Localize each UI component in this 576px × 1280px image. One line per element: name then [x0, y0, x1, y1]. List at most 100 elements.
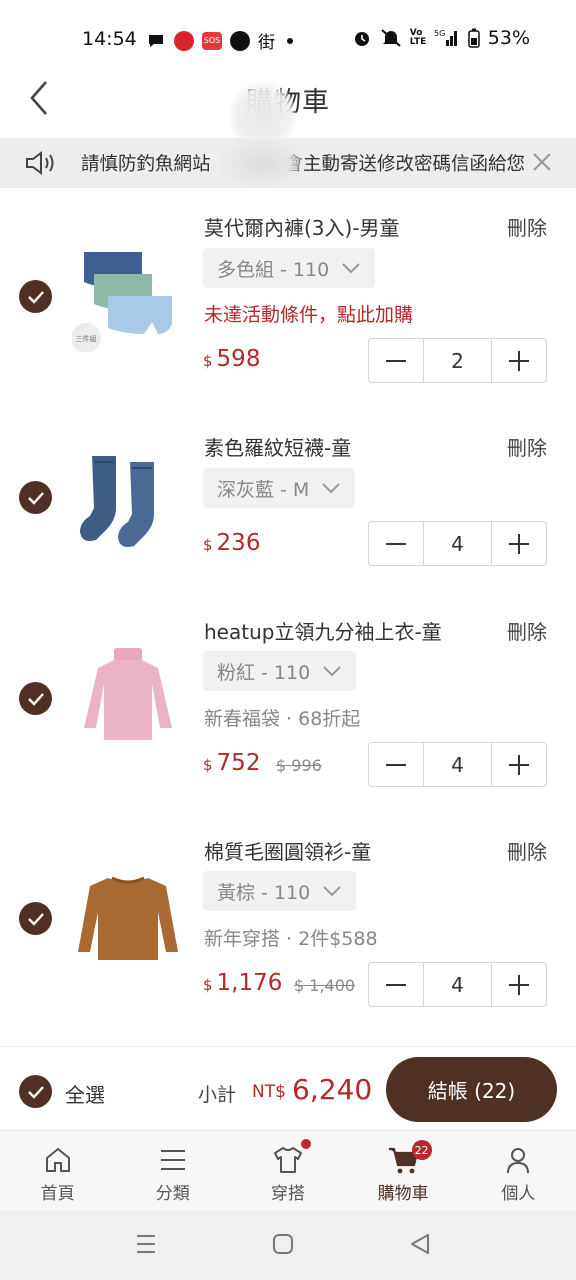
- bundle-badge: 三件組: [76, 334, 97, 343]
- variant-select[interactable]: 深灰藍 - M: [203, 468, 356, 508]
- variant-select[interactable]: 粉紅 - 110: [203, 651, 357, 691]
- home-button-icon[interactable]: [271, 1232, 295, 1256]
- plus-icon: [509, 350, 529, 371]
- decrease-button[interactable]: [369, 522, 423, 565]
- quantity-stepper: 2: [368, 338, 547, 383]
- 5g-signal-icon: 5G: [434, 29, 457, 46]
- increase-button[interactable]: [492, 522, 546, 565]
- nav-cart[interactable]: 22 購物車: [346, 1131, 461, 1210]
- mute-icon: [381, 29, 401, 47]
- item-name[interactable]: heatup立領九分袖上衣-童: [204, 616, 442, 645]
- status-notification-icons: SOS 街: [146, 28, 293, 53]
- nav-category[interactable]: 分類: [115, 1131, 230, 1210]
- user-icon: [507, 1148, 530, 1174]
- variant-select[interactable]: 多色組 - 110: [203, 248, 376, 288]
- currency-symbol: $: [203, 536, 213, 554]
- nav-outfit[interactable]: 穿搭: [230, 1131, 345, 1210]
- sos-icon: SOS: [202, 31, 222, 50]
- check-icon: [27, 1085, 44, 1099]
- variant-label: 多色組 - 110: [217, 258, 330, 281]
- delete-button[interactable]: 刪除: [507, 836, 547, 865]
- check-icon: [27, 912, 44, 926]
- decrease-button[interactable]: [369, 339, 423, 382]
- bottom-navigation: 首頁 分類 穿搭 22 購物車 個人: [0, 1130, 576, 1210]
- item-name[interactable]: 素色羅紋短襪-童: [204, 432, 351, 461]
- minus-icon: [386, 983, 406, 986]
- original-price: $ 1,400: [294, 976, 356, 995]
- select-all-checkbox[interactable]: [19, 1075, 52, 1108]
- nav-label: 個人: [501, 1184, 536, 1204]
- nav-label: 首頁: [40, 1184, 75, 1204]
- speaker-icon: [26, 151, 54, 175]
- quantity-stepper: 4: [368, 521, 547, 566]
- app-icon: [174, 30, 194, 51]
- variant-select[interactable]: 黃棕 - 110: [203, 871, 357, 911]
- plus-icon: [509, 533, 529, 554]
- currency-symbol: $: [203, 756, 213, 774]
- product-image-pink-top: [84, 648, 172, 740]
- nav-home[interactable]: 首頁: [0, 1131, 115, 1210]
- nav-profile[interactable]: 個人: [461, 1131, 576, 1210]
- product-image-socks: [80, 456, 154, 547]
- select-all-label[interactable]: 全選: [65, 1079, 105, 1108]
- item-checkbox[interactable]: [19, 481, 52, 514]
- item-name[interactable]: 棉質毛圈圓領衫-童: [204, 836, 371, 865]
- cart-summary-bar: 全選 小計 NT$ 6,240 結帳 (22): [0, 1046, 576, 1130]
- item-checkbox[interactable]: [19, 682, 52, 715]
- line-icon: [230, 30, 250, 51]
- item-name[interactable]: 莫代爾內褲(3入)-男童: [204, 212, 400, 241]
- increase-button[interactable]: [492, 339, 546, 382]
- decrease-button[interactable]: [369, 743, 423, 786]
- battery-icon: [468, 28, 480, 48]
- subtotal-label: 小計: [198, 1084, 237, 1106]
- increase-button[interactable]: [492, 743, 546, 786]
- quantity-value[interactable]: 4: [423, 963, 492, 1006]
- item-price: $752: [203, 750, 260, 776]
- redaction-blur: [222, 138, 302, 188]
- nav-label: 穿搭: [270, 1184, 305, 1204]
- cart-count-badge: 22: [411, 1140, 432, 1160]
- minus-icon: [386, 763, 406, 766]
- check-icon: [27, 692, 44, 706]
- notice-text: 請慎防釣魚網站 會主動寄送修改密碼信函給您: [81, 154, 526, 175]
- increase-button[interactable]: [492, 963, 546, 1006]
- delete-button[interactable]: 刪除: [507, 616, 547, 645]
- battery-percent: 53%: [487, 27, 530, 49]
- close-icon[interactable]: [530, 150, 554, 174]
- delete-button[interactable]: 刪除: [507, 432, 547, 461]
- quantity-stepper: 4: [368, 962, 547, 1007]
- alarm-icon: [354, 32, 369, 46]
- product-image-brown-sweatshirt: [78, 876, 178, 960]
- plus-icon: [509, 974, 529, 995]
- delete-button[interactable]: 刪除: [507, 212, 547, 241]
- item-checkbox[interactable]: [19, 902, 52, 935]
- chevron-down-icon: [342, 263, 360, 274]
- currency-symbol: $: [203, 976, 213, 994]
- price-value: 752: [216, 750, 261, 776]
- quantity-value[interactable]: 2: [423, 339, 492, 382]
- svg-text:5G: 5G: [434, 29, 445, 38]
- plus-icon: [509, 754, 529, 775]
- checkout-button[interactable]: 結帳 (22): [386, 1057, 557, 1122]
- cart-item: 素色羅紋短襪-童 刪除 深灰藍 - M $236 4: [0, 408, 576, 598]
- quantity-value[interactable]: 4: [423, 743, 492, 786]
- quantity-stepper: 4: [368, 742, 547, 787]
- cart-item: 三件組 莫代爾內褲(3入)-男童 刪除 多色組 - 110 未達活動條件，點此加…: [0, 188, 576, 408]
- status-system-icons: Vo LTE 5G 53%: [352, 27, 530, 49]
- promo-link[interactable]: 未達活動條件，點此加購: [204, 300, 413, 327]
- recent-apps-icon[interactable]: [134, 1232, 158, 1256]
- item-price: $1,176: [203, 970, 282, 996]
- chevron-down-icon: [322, 483, 341, 494]
- original-price: $ 996: [276, 756, 322, 775]
- page-header: 購物車: [0, 60, 576, 152]
- minus-icon: [386, 359, 406, 362]
- quantity-value[interactable]: 4: [423, 522, 492, 565]
- item-checkbox[interactable]: [19, 280, 52, 313]
- home-icon: [45, 1147, 70, 1172]
- back-triangle-icon[interactable]: [408, 1232, 432, 1256]
- chevron-down-icon: [323, 886, 341, 897]
- subtotal-value: 6,240: [292, 1073, 373, 1106]
- chevron-down-icon: [323, 666, 341, 677]
- variant-label: 粉紅 - 110: [217, 661, 311, 684]
- decrease-button[interactable]: [369, 963, 423, 1006]
